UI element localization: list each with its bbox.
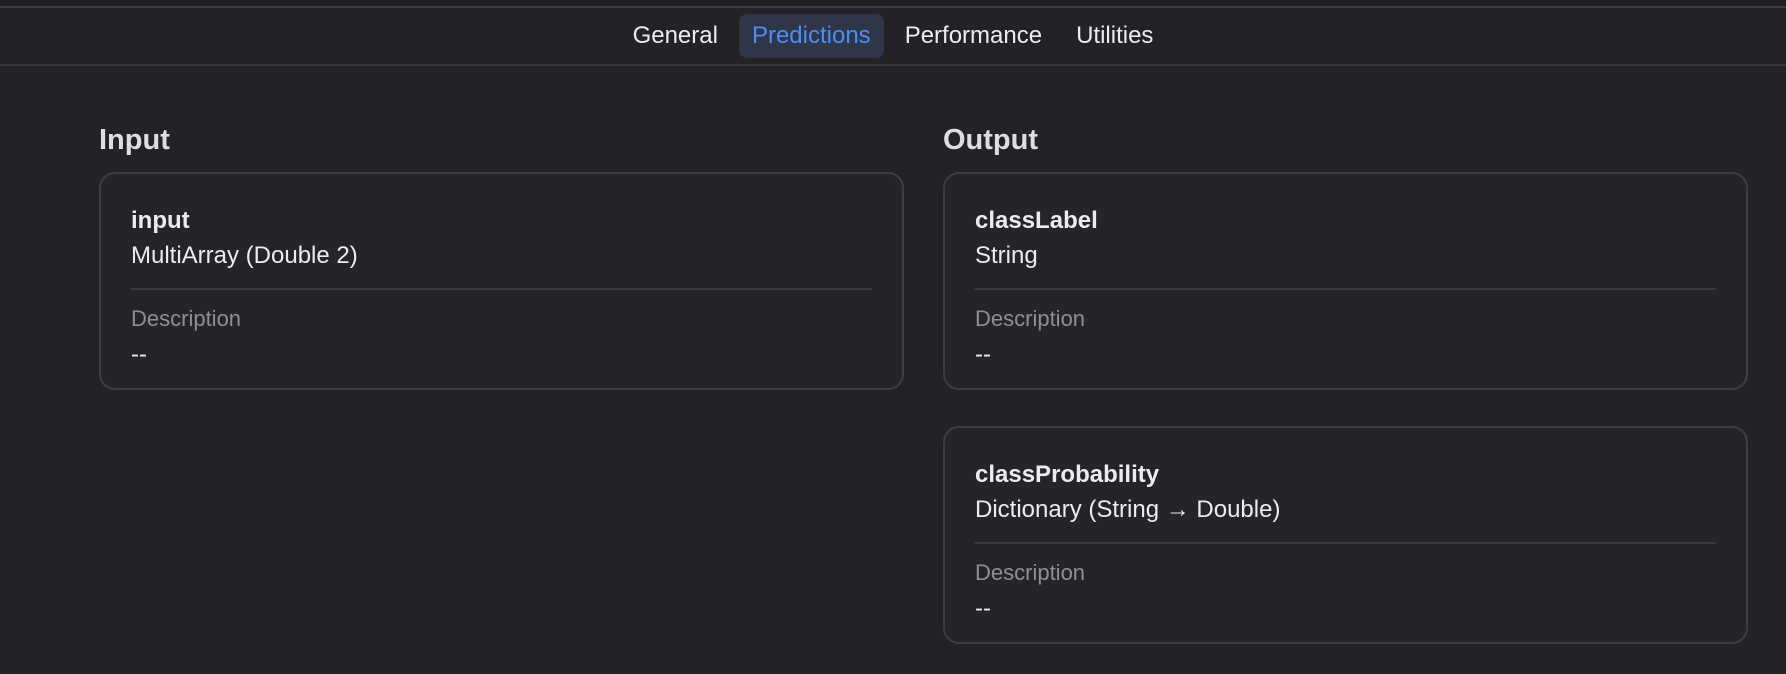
tab-performance[interactable]: Performance — [892, 14, 1055, 58]
window-top-edge — [0, 0, 1786, 8]
output-section-title: Output — [943, 124, 1039, 156]
tab-utilities[interactable]: Utilities — [1063, 14, 1166, 58]
tab-bar: General Predictions Performance Utilitie… — [0, 8, 1786, 66]
description-value: -- — [131, 341, 147, 368]
description-label: Description — [131, 306, 242, 331]
input-feature-card: input MultiArray (Double 2) Description … — [99, 172, 904, 390]
card-divider — [975, 288, 1716, 290]
description-value: -- — [975, 341, 991, 368]
input-section-title: Input — [99, 124, 170, 156]
output-feature-card-classprobability: classProbability Dictionary (String → Do… — [943, 426, 1748, 644]
description-value: -- — [975, 595, 991, 622]
card-divider — [131, 288, 872, 290]
feature-type: MultiArray (Double 2) — [131, 242, 358, 269]
feature-name: classLabel — [975, 207, 1098, 234]
description-label: Description — [975, 306, 1086, 331]
feature-name: classProbability — [975, 461, 1160, 488]
tab-predictions[interactable]: Predictions — [738, 14, 884, 58]
output-feature-card-classlabel: classLabel String Description -- — [943, 172, 1748, 390]
card-divider — [975, 542, 1716, 544]
tab-general[interactable]: General — [620, 14, 731, 58]
feature-type: Dictionary (String → Double) — [975, 496, 1281, 523]
feature-name: input — [131, 207, 190, 234]
feature-type: String — [975, 242, 1038, 269]
description-label: Description — [975, 560, 1086, 585]
